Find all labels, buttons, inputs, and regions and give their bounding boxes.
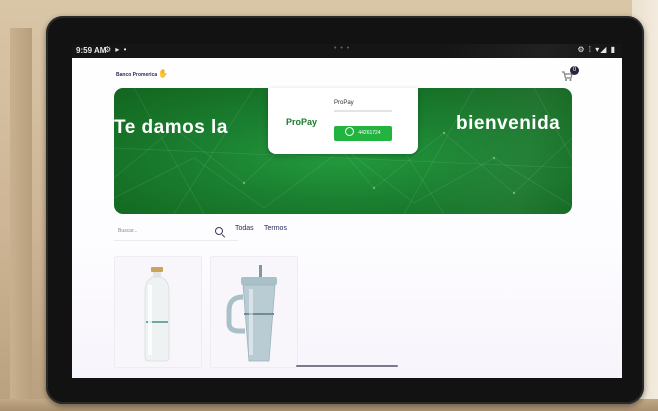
popup-subtitle-line xyxy=(334,110,392,112)
whatsapp-number: 44261724 xyxy=(358,130,381,136)
brand-name[interactable]: Banco Promerica xyxy=(116,72,157,78)
category-termos[interactable]: Termos xyxy=(264,225,287,232)
status-dots: • • • xyxy=(334,45,351,52)
water-bottle-image xyxy=(144,267,170,362)
cart-button[interactable]: 0 xyxy=(561,66,579,84)
propay-logo: ProPay xyxy=(286,117,318,127)
category-todas[interactable]: Todas xyxy=(235,225,254,232)
banner-title-left: Te damos la xyxy=(114,117,228,138)
box-flap xyxy=(10,28,32,411)
product-card[interactable] xyxy=(114,256,202,368)
propay-popup: ProPay ProPay 44261724 xyxy=(268,88,418,154)
product-card[interactable] xyxy=(210,256,298,368)
system-icons: ⚙ ⁞ ▾◢ ▮ xyxy=(577,45,616,54)
whatsapp-button[interactable]: 44261724 xyxy=(334,126,392,141)
popup-title: ProPay xyxy=(334,100,354,106)
whatsapp-icon xyxy=(345,127,355,137)
tablet-screen: 9:59 AM ⚙ ▸ • • • • ⚙ ⁞ ▾◢ ▮ Banco Prome… xyxy=(72,44,622,378)
search-icon[interactable] xyxy=(215,227,223,235)
cart-count-badge: 0 xyxy=(570,66,579,75)
notification-icons: ⚙ ▸ • xyxy=(104,45,128,54)
status-bar: 9:59 AM ⚙ ▸ • • • • ⚙ ⁞ ▾◢ ▮ xyxy=(72,44,622,58)
tumbler-image xyxy=(226,265,277,362)
status-time: 9:59 AM xyxy=(76,46,107,55)
search-row: Todas Termos xyxy=(114,220,414,244)
banner-title-right: bienvenida xyxy=(456,113,561,134)
hand-icon: ✋ xyxy=(158,69,168,78)
home-indicator[interactable] xyxy=(296,365,398,367)
